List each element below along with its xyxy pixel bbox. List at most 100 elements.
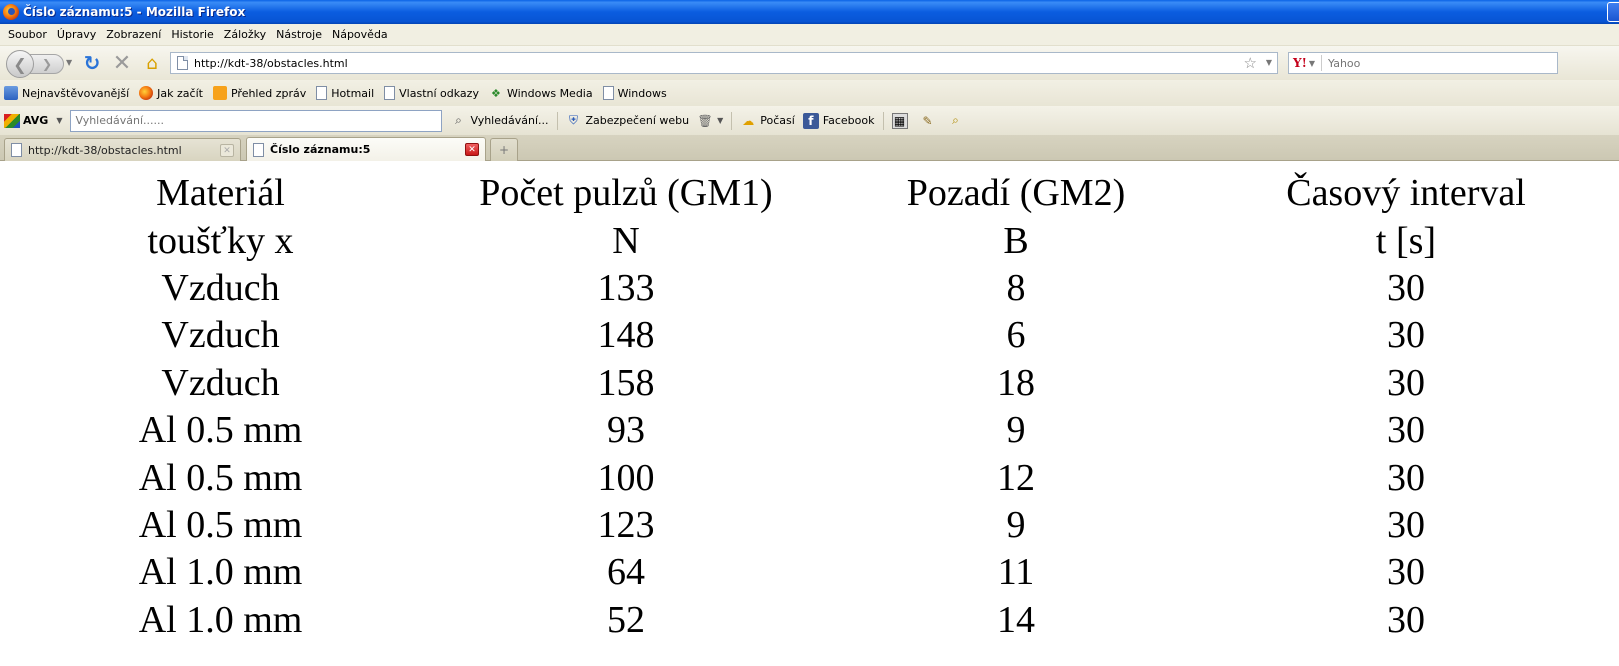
menu-zobrazeni[interactable]: Zobrazení [104,28,169,41]
measurement-table: Materiál Počet pulzů (GM1) Pozadí (GM2) … [0,170,1591,644]
bookmark-windows-media[interactable]: ❖ Windows Media [489,86,593,100]
avg-toolbar: AVG ▼ ⌕ Vyhledávání... ⛨ Zabezpečení web… [0,106,1619,135]
search-engine-dropdown-icon[interactable]: ▼ [1309,59,1315,68]
cell-b: 9 [1006,409,1026,452]
web-security-label: Zabezpečení webu [585,114,690,127]
header-t-unit: t [s] [1375,219,1437,262]
avg-search-button[interactable]: ⌕ Vyhledávání... [450,113,548,129]
rss-icon [212,86,227,100]
avg-search-input[interactable] [75,114,436,127]
search-bar[interactable]: Y! ▼ [1288,52,1558,74]
cell-material: Al 1.0 mm [138,551,303,594]
tab-cislo-zaznamu[interactable]: Číslo záznamu:5 ✕ [246,137,486,161]
back-button[interactable]: ❮ [6,50,34,78]
menu-upravy[interactable]: Úpravy [55,28,104,41]
facebook-button[interactable]: f Facebook [802,112,875,129]
forward-button[interactable]: ❯ [30,54,64,74]
cell-b: 18 [997,361,1035,404]
bookmark-star-icon[interactable]: ☆ [1244,54,1257,72]
arrow-right-icon: ❯ [41,57,53,71]
new-tab-button[interactable]: + [490,138,518,161]
address-bar[interactable]: http://kdt-38/obstacles.html ☆ ▼ [170,52,1278,74]
weather-button[interactable]: ☁ Počasí [740,113,795,129]
bookmark-hotmail[interactable]: Hotmail [316,86,374,100]
zoom-icon: ⌕ [952,113,959,127]
menu-zalozky[interactable]: Záložky [222,28,274,41]
window-close-button[interactable] [1607,2,1619,22]
tab-label: http://kdt-38/obstacles.html [28,143,182,157]
home-button[interactable]: ⌂ [140,51,164,75]
calculator-button[interactable]: ▦ [891,112,912,129]
table-row: Al 1.0 mm 64 11 30 [0,549,1591,596]
cell-n: 64 [607,551,645,594]
header-pulse-count: Počet pulzů (GM1) [479,172,773,215]
cell-t: 30 [1387,361,1425,404]
bookmark-label: Přehled zpráv [230,86,307,100]
menu-soubor[interactable]: Soubor [6,28,55,41]
cell-t: 30 [1387,503,1425,546]
tab-close-icon[interactable]: ✕ [465,143,479,156]
shield-icon: ⛨ [568,113,578,127]
yahoo-icon[interactable]: Y! [1293,56,1307,70]
notepad-button[interactable]: ✎ [920,113,940,129]
tab-obstacles[interactable]: http://kdt-38/obstacles.html ✕ [4,138,241,161]
avg-logo-button[interactable]: AVG [4,113,48,128]
plus-icon: + [498,143,510,157]
menu-historie[interactable]: Historie [169,28,221,41]
avg-search-field[interactable] [70,109,443,132]
bookmarks-toolbar: Nejnavštěvovanější Jak začít Přehled zpr… [0,80,1619,106]
stop-button[interactable]: ✕ [110,50,134,76]
cell-material: Vzduch [161,361,280,404]
window-titlebar: Číslo záznamu:5 - Mozilla Firefox [0,0,1619,24]
url-dropdown-icon[interactable]: ▼ [1266,58,1272,67]
weather-icon: ☁ [742,113,755,128]
avg-dropdown-icon[interactable]: ▼ [56,116,62,125]
page-content: Materiál Počet pulzů (GM1) Pozadí (GM2) … [0,162,1619,666]
table-row: Vzduch 158 18 30 [0,360,1591,407]
cell-b: 6 [1006,314,1026,357]
weather-label: Počasí [760,114,795,127]
reload-icon: ↻ [83,51,101,75]
magnifier-icon: ⌕ [455,113,462,127]
bookmark-label: Nejnavštěvovanější [22,86,130,100]
bookmark-jak-zacit[interactable]: Jak začít [139,86,203,100]
calculator-icon: ▦ [891,112,908,129]
tab-close-icon[interactable]: ✕ [220,144,234,157]
web-security-button[interactable]: ⛨ Zabezpečení webu [566,113,690,129]
address-url[interactable]: http://kdt-38/obstacles.html [194,57,348,70]
home-icon: ⌂ [146,52,158,74]
bookmark-label: Windows [617,86,667,100]
bookmark-prehled-zprav[interactable]: Přehled zpráv [212,86,307,100]
table-row: Al 0.5 mm 123 9 30 [0,502,1591,549]
table-row: Al 0.5 mm 93 9 30 [0,407,1591,454]
bookmark-label: Hotmail [331,86,375,100]
table-row: Al 1.0 mm 52 14 30 [0,597,1591,644]
page-icon [177,56,188,70]
header-b: B [1003,219,1029,262]
header-thickness: toušťky x [147,219,294,262]
cell-b: 8 [1006,266,1026,309]
magnifier-tool-button[interactable]: ⌕ [948,113,968,129]
cell-b: 9 [1006,503,1026,546]
facebook-icon: f [802,112,819,129]
history-dropdown-icon[interactable]: ▼ [66,58,72,67]
bookmark-windows[interactable]: Windows [602,86,667,100]
menu-napoveda[interactable]: Nápověda [330,28,396,41]
stop-icon: ✕ [112,50,132,76]
bookmark-label: Windows Media [506,86,593,100]
cell-b: 12 [997,456,1035,499]
firefox-icon [139,86,154,100]
cell-t: 30 [1387,551,1425,594]
trash-button[interactable]: 🗑 ▼ [697,113,723,129]
toolbar-separator [556,111,558,130]
page-icon [602,86,614,100]
trash-dropdown-icon[interactable]: ▼ [717,116,723,125]
search-input[interactable] [1328,56,1528,70]
cell-n: 123 [597,503,655,546]
menu-nastroje[interactable]: Nástroje [274,28,330,41]
toolbar-separator [882,111,884,130]
bookmark-nejnavstevovanejsi[interactable]: Nejnavštěvovanější [4,86,129,100]
reload-button[interactable]: ↻ [80,51,104,75]
bookmark-vlastni-odkazy[interactable]: Vlastní odkazy [384,86,479,100]
cell-n: 100 [597,456,655,499]
